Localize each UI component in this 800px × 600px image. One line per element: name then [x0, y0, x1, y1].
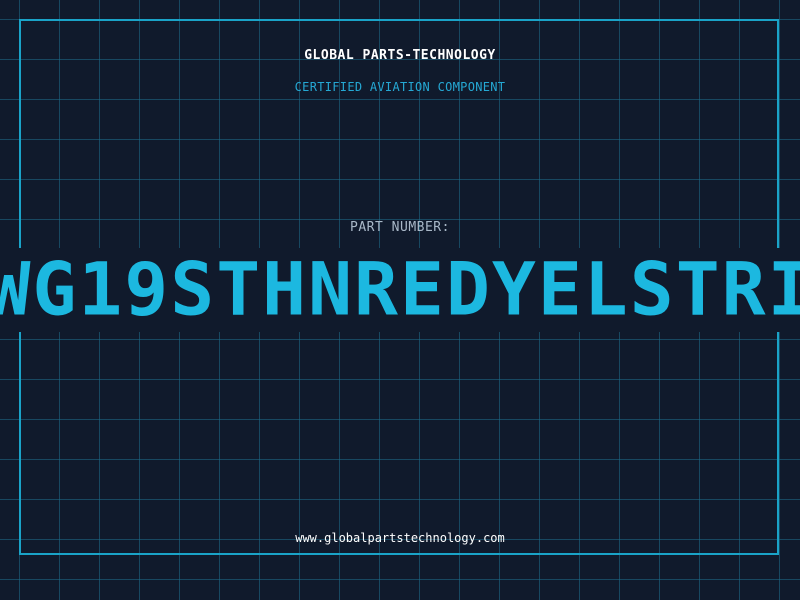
website-url: www.globalpartstechnology.com: [295, 531, 505, 545]
part-number-value: AWG19STHNREDYELSTRIP: [0, 248, 800, 332]
part-number-label: PART NUMBER:: [350, 220, 450, 235]
company-name: GLOBAL PARTS-TECHNOLOGY: [304, 48, 496, 63]
part-number-band: AWG19STHNREDYELSTRIP: [0, 248, 800, 332]
label-canvas: GLOBAL PARTS-TECHNOLOGY CERTIFIED AVIATI…: [0, 0, 800, 600]
certification-subtitle: CERTIFIED AVIATION COMPONENT: [294, 80, 506, 94]
